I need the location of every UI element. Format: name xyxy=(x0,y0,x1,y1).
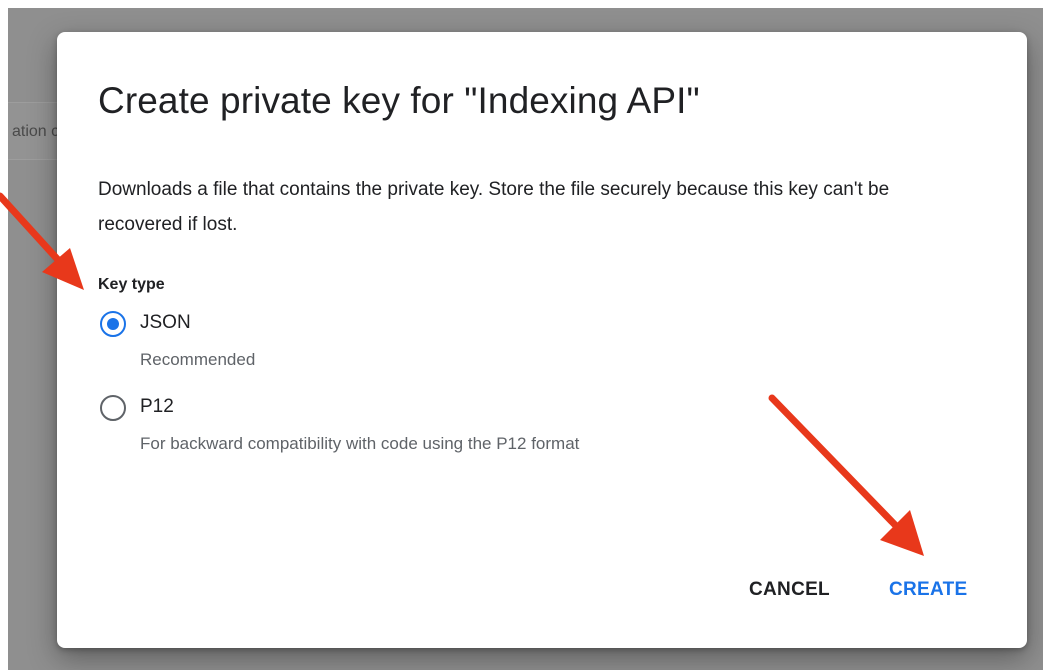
create-button[interactable]: CREATE xyxy=(889,572,968,608)
radio-checked-icon[interactable] xyxy=(100,311,126,337)
background-header-text: ation c xyxy=(12,123,60,140)
option-json-description: Recommended xyxy=(140,350,256,369)
create-private-key-dialog: Create private key for "Indexing API" Do… xyxy=(57,32,1027,648)
key-type-label: Key type xyxy=(98,276,165,293)
cancel-button[interactable]: CANCEL xyxy=(749,572,830,608)
option-json-label[interactable]: JSON xyxy=(140,312,191,334)
dialog-description: Downloads a file that contains the priva… xyxy=(98,179,890,235)
dialog-title: Create private key for "Indexing API" xyxy=(98,80,700,121)
radio-unchecked-icon[interactable] xyxy=(100,395,126,421)
screenshot-stage: ation c Create private key for "Indexing… xyxy=(0,0,1043,670)
option-p12-label[interactable]: P12 xyxy=(140,396,174,418)
option-p12-description: For backward compatibility with code usi… xyxy=(140,434,580,453)
